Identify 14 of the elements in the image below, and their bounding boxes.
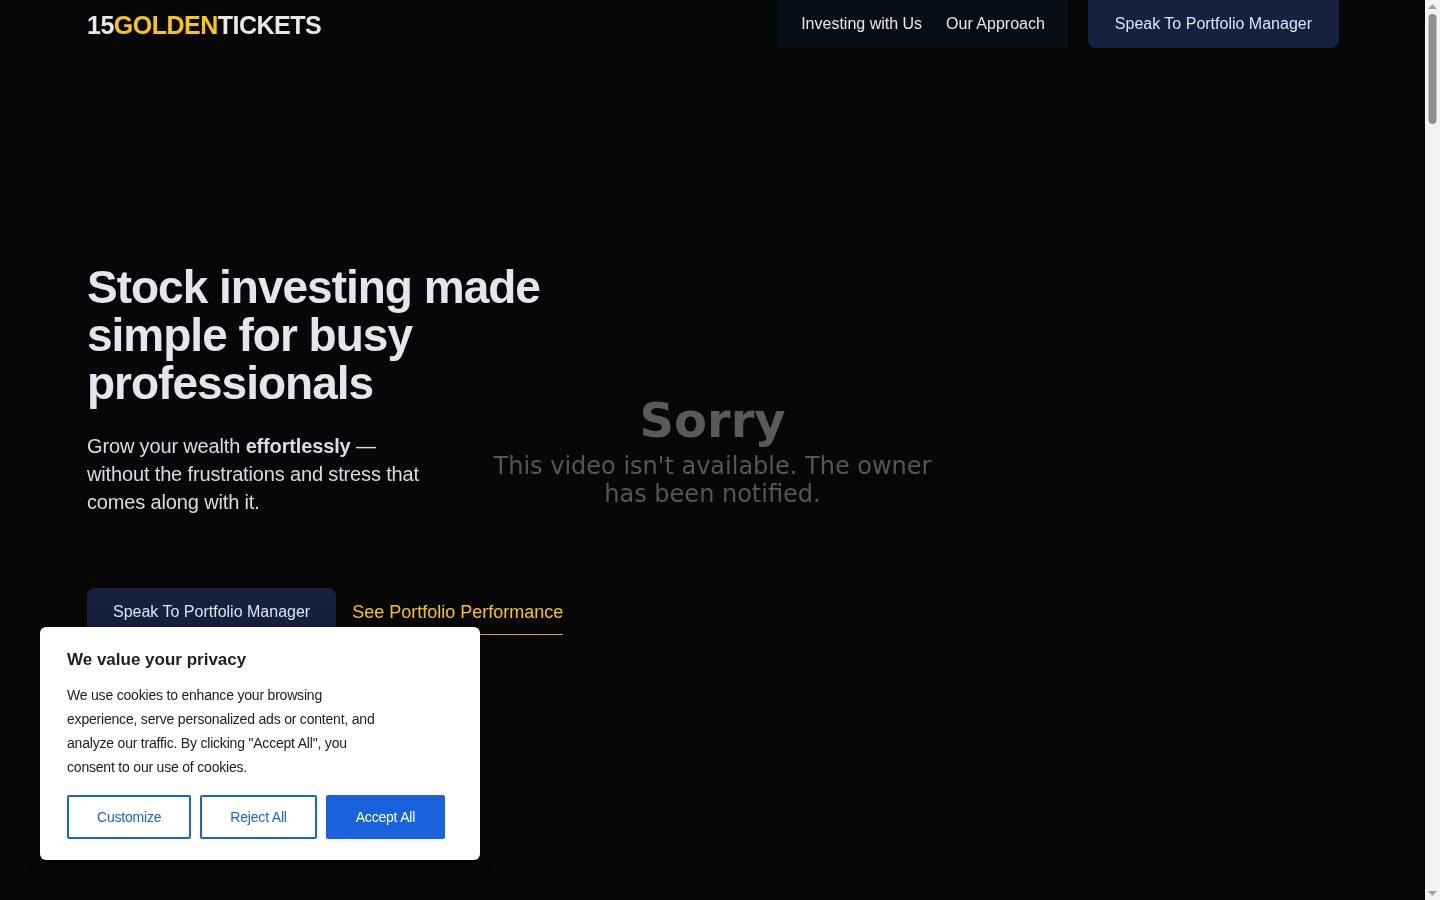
video-error-title: Sorry: [639, 392, 786, 448]
header-cta-button[interactable]: Speak To Portfolio Manager: [1087, 0, 1339, 48]
logo[interactable]: 15GOLDENTICKETS: [87, 11, 322, 39]
nav-link[interactable]: Our Approach: [946, 14, 1045, 34]
hero-subtitle: Grow your wealth effortlessly — without the frustrations and stress that comes along with it.: [87, 434, 420, 515]
cookie-button[interactable]: Customize: [67, 795, 192, 839]
cookie-title: We value your privacy: [67, 649, 248, 671]
cookie-text: We use cookies to enhance your browsing experience, serve personalized ads or content, and analyze our traffic. By clicking "Accept All", you consent to our use of cookies.: [67, 686, 376, 777]
hero-headline: Stock investing made simple for busy professionals: [87, 263, 541, 407]
scrollbar[interactable]: [1425, 0, 1440, 900]
cookie-button[interactable]: Accept All: [325, 795, 446, 839]
cookie-button[interactable]: Reject All: [200, 795, 317, 839]
video-error-message: This video isn't available. The owner has been notified.: [492, 452, 933, 508]
nav-link[interactable]: Investing with Us: [801, 14, 923, 34]
